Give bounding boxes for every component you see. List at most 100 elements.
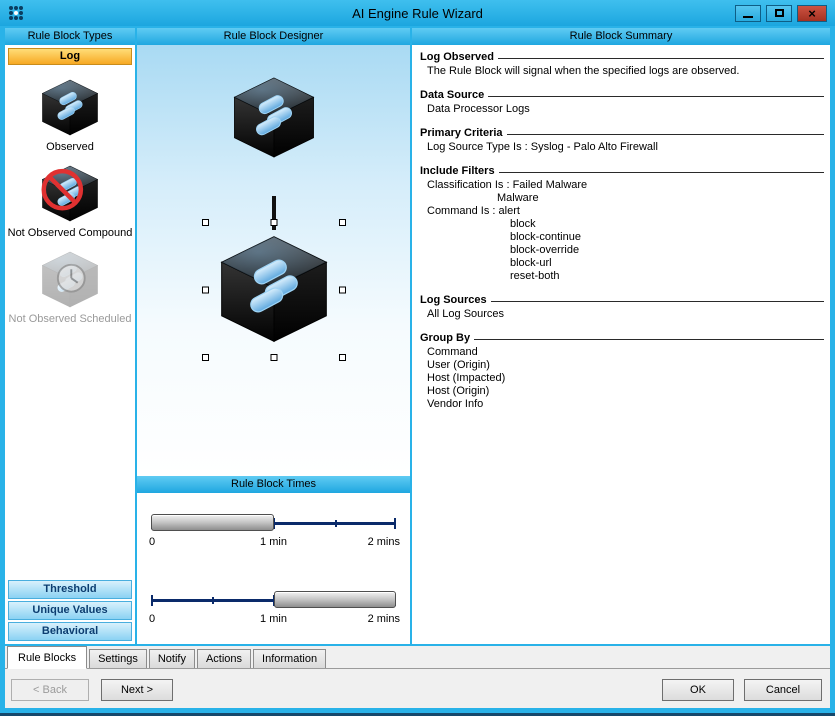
designer-canvas[interactable]	[137, 45, 410, 476]
tab-actions[interactable]: Actions	[197, 649, 251, 668]
rule-block-cube-large[interactable]	[213, 233, 335, 345]
summary-section-rule	[507, 134, 824, 135]
summary-line: Command Is : alert	[427, 205, 824, 218]
maximize-button[interactable]	[766, 5, 792, 22]
summary-line: Command	[427, 346, 824, 359]
main-area: Rule Block Types Log Observed Not Observ…	[5, 28, 830, 644]
selection-handle[interactable]	[339, 287, 346, 294]
selection-handle[interactable]	[339, 219, 346, 226]
slider-range-bar[interactable]	[274, 591, 397, 608]
type-item-label: Observed	[46, 141, 94, 153]
summary-section: Primary Criteria Log Source Type Is : Sys…	[420, 127, 824, 154]
summary-section-title: Data Source	[420, 89, 484, 101]
slider-label: 2 mins	[368, 536, 400, 548]
summary-section-title: Include Filters	[420, 165, 495, 177]
category-unique-values-button[interactable]: Unique Values	[8, 601, 132, 620]
category-behavioral-button[interactable]: Behavioral	[8, 622, 132, 641]
summary-line: block-continue	[510, 231, 824, 244]
selection-handle[interactable]	[270, 219, 277, 226]
cube-icon	[38, 78, 102, 137]
summary-line: Host (Impacted)	[427, 372, 824, 385]
slider-labels: 0 1 min 2 mins	[151, 613, 396, 627]
category-log-button[interactable]: Log	[8, 48, 132, 65]
back-button[interactable]: < Back	[11, 679, 89, 701]
summary-section-title-row: Log Sources	[420, 294, 824, 306]
rule-block-times-body: 0 1 min 2 mins 0 1 min	[137, 493, 410, 644]
summary-section: Log SourcesAll Log Sources	[420, 294, 824, 321]
left-panel-spacer	[7, 325, 133, 578]
rule-block-cube-small[interactable]	[228, 75, 320, 160]
minimize-button[interactable]	[735, 5, 761, 22]
type-item-not-observed-compound[interactable]: Not Observed Compound	[7, 164, 133, 239]
ok-button[interactable]: OK	[662, 679, 734, 701]
rule-block-designer-panel: Rule Block Designer Rule Block Times	[137, 28, 410, 644]
selected-rule-block[interactable]	[205, 222, 343, 358]
summary-section-title-row: Group By	[420, 332, 824, 344]
summary-section: Include Filters Classification Is : Faile…	[420, 165, 824, 283]
cube-prohibited-icon	[38, 164, 102, 223]
summary-line: User (Origin)	[427, 359, 824, 372]
slider-label: 0	[149, 536, 155, 548]
selection-handle[interactable]	[270, 354, 277, 361]
type-item-not-observed-scheduled: Not Observed Scheduled	[7, 250, 133, 325]
type-item-label: Not Observed Compound	[8, 227, 133, 239]
summary-line: Log Source Type Is : Syslog - Palo Alto …	[427, 141, 824, 154]
slider-range-bar[interactable]	[151, 514, 274, 531]
logrhythm-logo-icon	[7, 4, 25, 22]
summary-line: block	[510, 218, 824, 231]
summary-section-title-row: Data Source	[420, 89, 824, 101]
summary-line: Vendor Info	[427, 398, 824, 411]
slider-tick	[151, 595, 153, 606]
summary-section-title: Primary Criteria	[420, 127, 503, 139]
slider-label: 2 mins	[368, 613, 400, 625]
time-slider-1: 0 1 min 2 mins	[151, 504, 396, 566]
tab-information[interactable]: Information	[253, 649, 326, 668]
slider-labels: 0 1 min 2 mins	[151, 536, 396, 550]
bottom-area: Rule BlocksSettingsNotifyActionsInformat…	[5, 646, 830, 708]
summary-section-title: Log Observed	[420, 51, 494, 63]
summary-line: The Rule Block will signal when the spec…	[427, 65, 824, 78]
summary-line: block-url	[510, 257, 824, 270]
selection-handle[interactable]	[202, 354, 209, 361]
title-bar: AI Engine Rule Wizard ×	[0, 0, 835, 26]
summary-section-rule	[474, 339, 824, 340]
summary-section: Group By CommandUser (Origin)Host (Impact…	[420, 332, 824, 411]
slider-tick	[394, 518, 396, 529]
rule-block-times-header: Rule Block Times	[137, 476, 410, 493]
summary-section-title: Group By	[420, 332, 470, 344]
rule-block-types-body: Log Observed Not Observed Compound	[5, 45, 135, 644]
summary-line: reset-both	[510, 270, 824, 283]
slider-label: 1 min	[260, 613, 287, 625]
category-threshold-button[interactable]: Threshold	[8, 580, 132, 599]
close-button[interactable]: ×	[797, 5, 827, 22]
next-button[interactable]: Next >	[101, 679, 173, 701]
rule-block-summary-panel: Rule Block Summary Log Observed The Rule …	[412, 28, 830, 644]
slider-tick	[335, 520, 337, 527]
type-item-label: Not Observed Scheduled	[9, 313, 132, 325]
maximize-icon	[775, 9, 784, 17]
tab-rule-blocks[interactable]: Rule Blocks	[7, 646, 87, 669]
selection-handle[interactable]	[202, 219, 209, 226]
rule-block-designer-header: Rule Block Designer	[137, 28, 410, 45]
rule-block-summary-header: Rule Block Summary	[412, 28, 830, 45]
rule-block-types-panel: Rule Block Types Log Observed Not Observ…	[5, 28, 135, 644]
cancel-button[interactable]: Cancel	[744, 679, 822, 701]
summary-section-title: Log Sources	[420, 294, 487, 306]
summary-line: Classification Is : Failed Malware	[427, 179, 824, 192]
selection-handle[interactable]	[202, 287, 209, 294]
summary-section-rule	[491, 301, 824, 302]
summary-section-title-row: Primary Criteria	[420, 127, 824, 139]
type-item-observed[interactable]: Observed	[7, 78, 133, 153]
tab-notify[interactable]: Notify	[149, 649, 195, 668]
window-title: AI Engine Rule Wizard	[0, 6, 835, 21]
summary-section-list: Log Observed The Rule Block will signal w…	[412, 45, 830, 644]
button-row: < Back Next > OK Cancel	[11, 679, 824, 701]
summary-section-rule	[499, 172, 824, 173]
slider-label: 0	[149, 613, 155, 625]
rule-block-types-header: Rule Block Types	[5, 28, 135, 45]
time-slider-2: 0 1 min 2 mins	[151, 581, 396, 643]
selection-handle[interactable]	[339, 354, 346, 361]
summary-line: Data Processor Logs	[427, 103, 824, 116]
tab-settings[interactable]: Settings	[89, 649, 147, 668]
summary-line: Host (Origin)	[427, 385, 824, 398]
